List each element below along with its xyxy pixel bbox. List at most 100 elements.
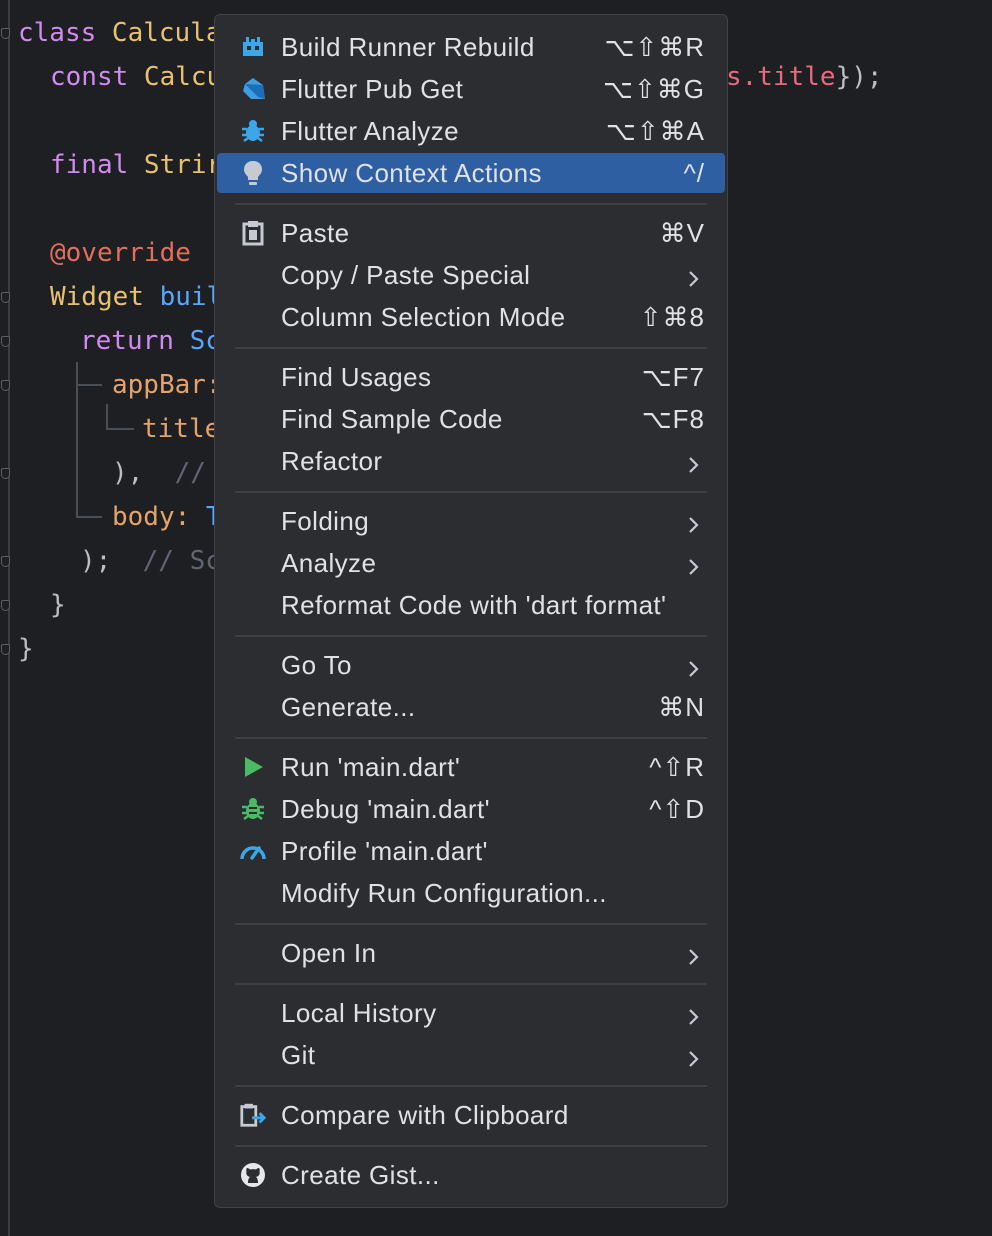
menu-item-label: Debug 'main.dart': [281, 794, 490, 824]
menu-item-copy-paste-special[interactable]: Copy / Paste Special: [217, 255, 725, 295]
code-token: Calcula: [111, 18, 222, 48]
fold-marker[interactable]: [0, 334, 12, 352]
menu-item-label: Find Usages: [281, 362, 432, 392]
fold-marker[interactable]: [0, 290, 12, 308]
menu-item-column-selection-mode[interactable]: Column Selection Mode ⇧⌘8: [217, 297, 725, 337]
menu-separator: [235, 491, 707, 493]
menu-item-profile-main[interactable]: Profile 'main.dart': [217, 831, 725, 871]
menu-separator: [235, 1085, 707, 1087]
code-token: //: [174, 458, 206, 488]
code-token: buil: [159, 282, 223, 312]
run-icon: [239, 753, 267, 781]
code-token: body:: [112, 502, 206, 532]
menu-item-flutter-pub-get[interactable]: Flutter Pub Get ⌥⇧⌘G: [217, 69, 725, 109]
menu-item-label: Git: [281, 1040, 316, 1070]
menu-item-build-runner-rebuild[interactable]: Build Runner Rebuild ⌥⇧⌘R: [217, 27, 725, 67]
menu-item-label: Go To: [281, 650, 352, 680]
context-menu: Build Runner Rebuild ⌥⇧⌘R Flutter Pub Get ⌥…: [214, 14, 728, 1208]
menu-item-refactor[interactable]: Refactor: [217, 441, 725, 481]
tree-guide: [106, 404, 108, 430]
chevron-right-icon: [683, 1003, 703, 1025]
menu-item-label: Generate...: [281, 692, 416, 722]
menu-item-label: Build Runner Rebuild: [281, 32, 535, 62]
menu-item-label: Copy / Paste Special: [281, 260, 531, 290]
menu-separator: [235, 737, 707, 739]
code-line: @override: [50, 238, 191, 268]
profile-gauge-icon: [239, 837, 267, 865]
menu-item-run-main[interactable]: Run 'main.dart' ^⇧R: [217, 747, 725, 787]
code-token: Strir: [143, 150, 223, 180]
menu-item-shortcut: ⌥⇧⌘G: [603, 74, 705, 104]
menu-item-local-history[interactable]: Local History: [217, 993, 725, 1033]
menu-separator: [235, 347, 707, 349]
menu-item-shortcut: ⌘V: [659, 218, 705, 248]
menu-item-label: Folding: [281, 506, 370, 536]
menu-item-go-to[interactable]: Go To: [217, 645, 725, 685]
menu-item-label: Flutter Pub Get: [281, 74, 464, 104]
menu-item-shortcut: ⌥⇧⌘A: [605, 116, 705, 146]
code-token: appBar:: [112, 370, 222, 400]
menu-item-generate[interactable]: Generate... ⌘N: [217, 687, 725, 727]
menu-separator: [235, 635, 707, 637]
fold-marker[interactable]: [0, 598, 12, 616]
menu-item-label: Paste: [281, 218, 350, 248]
menu-item-shortcut: ⇧⌘8: [639, 302, 705, 332]
chevron-right-icon: [683, 265, 703, 287]
fold-marker[interactable]: [0, 26, 12, 44]
tree-guide: [106, 428, 134, 430]
menu-item-find-usages[interactable]: Find Usages ⌥F7: [217, 357, 725, 397]
menu-item-label: Reformat Code with 'dart format': [281, 590, 667, 620]
menu-separator: [235, 203, 707, 205]
menu-item-debug-main[interactable]: Debug 'main.dart' ^⇧D: [217, 789, 725, 829]
code-token: });: [835, 62, 883, 92]
code-token: ),: [112, 458, 175, 488]
code-line: ); // Sc: [80, 546, 221, 576]
menu-item-reformat-code[interactable]: Reformat Code with 'dart format': [217, 585, 725, 625]
menu-item-folding[interactable]: Folding: [217, 501, 725, 541]
code-fragment-right: s.title});: [726, 62, 883, 92]
menu-item-open-in[interactable]: Open In: [217, 933, 725, 973]
menu-item-shortcut: ⌥F7: [641, 362, 705, 392]
code-line: title: [142, 414, 220, 444]
menu-item-label: Column Selection Mode: [281, 302, 566, 332]
code-token: );: [80, 546, 143, 576]
menu-item-label: Run 'main.dart': [281, 752, 461, 782]
code-line: const Calcu: [50, 62, 222, 92]
code-line: appBar:: [112, 370, 222, 400]
menu-item-show-context-actions[interactable]: Show Context Actions ^/: [217, 153, 725, 193]
menu-item-shortcut: ^⇧D: [649, 794, 705, 824]
code-token: s.title: [726, 62, 836, 92]
menu-item-label: Flutter Analyze: [281, 116, 459, 146]
code-line: class Calcula: [18, 18, 222, 48]
menu-item-label: Open In: [281, 938, 377, 968]
fold-marker[interactable]: [0, 642, 12, 660]
menu-item-git[interactable]: Git: [217, 1035, 725, 1075]
menu-item-label: Refactor: [281, 446, 383, 476]
menu-item-flutter-analyze[interactable]: Flutter Analyze ⌥⇧⌘A: [217, 111, 725, 151]
fold-marker[interactable]: [0, 378, 12, 396]
dart-icon: [239, 75, 267, 103]
menu-item-label: Modify Run Configuration...: [281, 878, 607, 908]
menu-separator: [235, 923, 707, 925]
debug-icon: [239, 795, 267, 823]
menu-item-label: Local History: [281, 998, 437, 1028]
tree-guide: [76, 384, 102, 386]
menu-item-modify-run-config[interactable]: Modify Run Configuration...: [217, 873, 725, 913]
code-token: // Sc: [142, 546, 221, 576]
code-line: ), //: [112, 458, 206, 488]
bug-icon: [239, 117, 267, 145]
chevron-right-icon: [683, 511, 703, 533]
menu-item-label: Show Context Actions: [281, 158, 542, 188]
menu-item-shortcut: ^/: [683, 158, 705, 188]
menu-separator: [235, 983, 707, 985]
menu-item-find-sample-code[interactable]: Find Sample Code ⌥F8: [217, 399, 725, 439]
menu-item-create-gist[interactable]: Create Gist...: [217, 1155, 725, 1195]
fold-marker[interactable]: [0, 554, 12, 572]
fold-marker[interactable]: [0, 466, 12, 484]
menu-item-analyze[interactable]: Analyze: [217, 543, 725, 583]
menu-item-label: Profile 'main.dart': [281, 836, 488, 866]
code-line: return Sc: [80, 326, 221, 356]
chevron-right-icon: [683, 553, 703, 575]
menu-item-compare-clipboard[interactable]: Compare with Clipboard: [217, 1095, 725, 1135]
menu-item-paste[interactable]: Paste ⌘V: [217, 213, 725, 253]
